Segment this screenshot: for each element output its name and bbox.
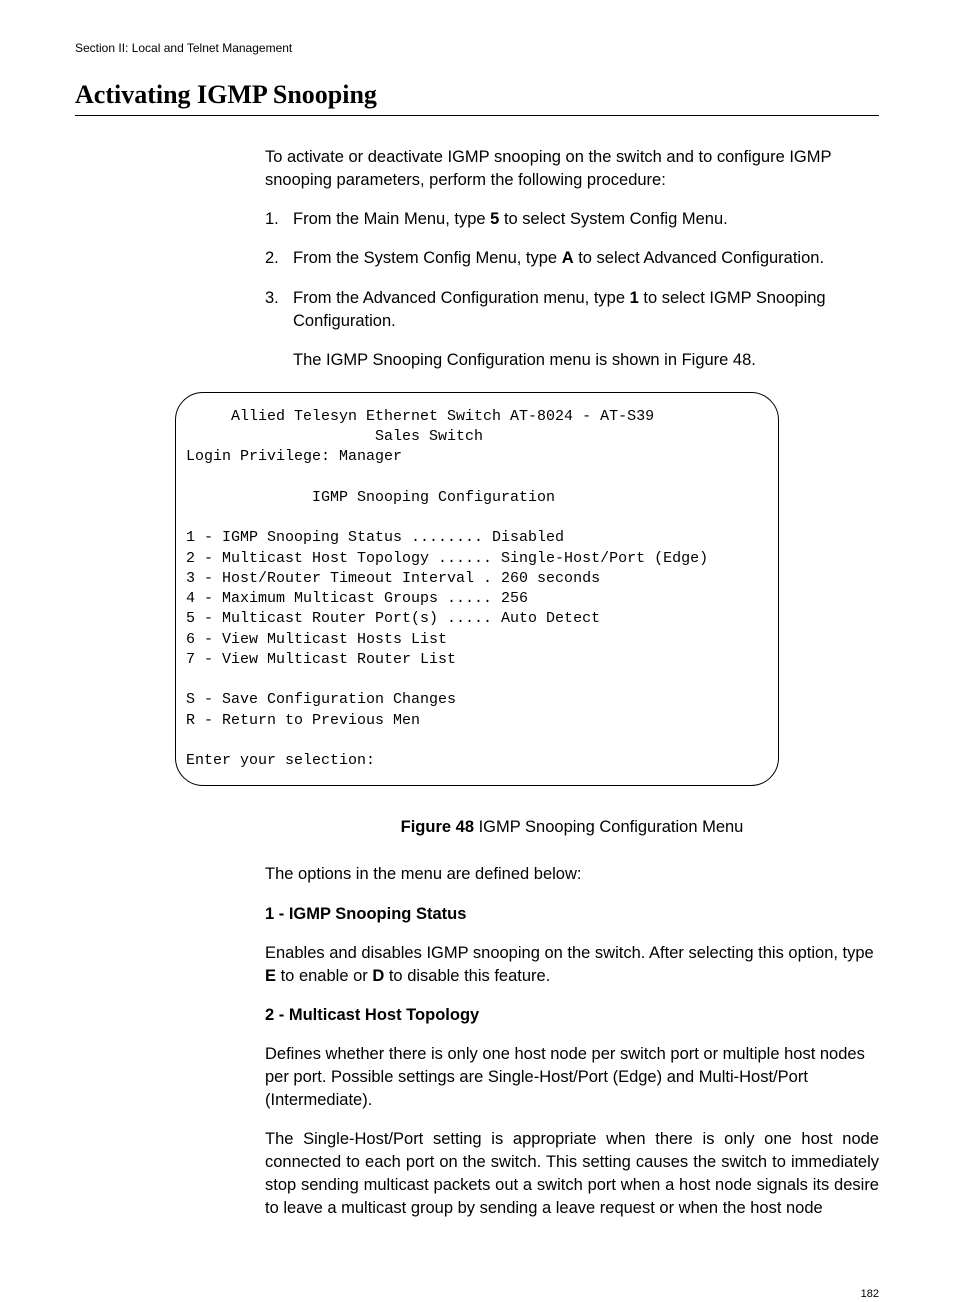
option-1-key1: E [265,967,276,985]
figure-label: Figure 48 [401,818,474,836]
intro-paragraph: To activate or deactivate IGMP snooping … [265,146,879,192]
terminal-option: 1 - IGMP Snooping Status ........ Disabl… [186,529,564,546]
step-key: A [562,249,574,267]
step-3: 3. From the Advanced Configuration menu,… [265,287,879,333]
terminal-option: 4 - Maximum Multicast Groups ..... 256 [186,590,528,607]
figure-caption: Figure 48 IGMP Snooping Configuration Me… [265,816,879,839]
option-1-mid: to enable or [276,967,372,985]
terminal-option: 7 - View Multicast Router List [186,651,456,668]
step-key: 1 [630,289,639,307]
step-number: 1. [265,208,279,231]
step-text-after: to select Advanced Configuration. [574,249,824,267]
terminal-option: 3 - Host/Router Timeout Interval . 260 s… [186,570,600,587]
options-intro: The options in the menu are defined belo… [265,863,879,886]
step-number: 2. [265,247,279,270]
figure-text: IGMP Snooping Configuration Menu [474,818,743,836]
terminal-option: 6 - View Multicast Hosts List [186,631,447,648]
step-1: 1. From the Main Menu, type 5 to select … [265,208,879,231]
step-number: 3. [265,287,279,310]
step-text-before: From the System Config Menu, type [293,249,562,267]
terminal-line: IGMP Snooping Configuration [186,489,555,506]
content-block: To activate or deactivate IGMP snooping … [265,146,879,372]
terminal-prompt: Enter your selection: [186,752,375,769]
option-2-para1: Defines whether there is only one host n… [265,1043,879,1112]
terminal-option: R - Return to Previous Men [186,712,420,729]
option-1-key2: D [372,967,384,985]
option-2-para2: The Single-Host/Port setting is appropri… [265,1128,879,1220]
option-1-after: to disable this feature. [384,967,550,985]
terminal-option: 2 - Multicast Host Topology ...... Singl… [186,550,708,567]
terminal-line: Allied Telesyn Ethernet Switch AT-8024 -… [186,408,654,425]
section-header: Section II: Local and Telnet Management [75,40,879,57]
options-block: The options in the menu are defined belo… [265,863,879,1220]
page-title: Activating IGMP Snooping [75,77,879,116]
step-text-before: From the Main Menu, type [293,210,490,228]
terminal-option: 5 - Multicast Router Port(s) ..... Auto … [186,610,600,627]
step-key: 5 [490,210,499,228]
terminal-line: Sales Switch [186,428,483,445]
option-1-desc: Enables and disables IGMP snooping on th… [265,942,879,988]
step-2: 2. From the System Config Menu, type A t… [265,247,879,270]
option-2-title: 2 - Multicast Host Topology [265,1004,879,1027]
option-1-title: 1 - IGMP Snooping Status [265,903,879,926]
after-steps-paragraph: The IGMP Snooping Configuration menu is … [293,349,879,372]
step-text-after: to select System Config Menu. [499,210,727,228]
terminal-screenshot: Allied Telesyn Ethernet Switch AT-8024 -… [175,392,779,787]
terminal-line: Login Privilege: Manager [186,448,402,465]
step-text-before: From the Advanced Configuration menu, ty… [293,289,630,307]
terminal-option: S - Save Configuration Changes [186,691,456,708]
steps-list: 1. From the Main Menu, type 5 to select … [265,208,879,332]
option-1-before: Enables and disables IGMP snooping on th… [265,944,874,962]
page-number: 182 [861,1287,879,1302]
